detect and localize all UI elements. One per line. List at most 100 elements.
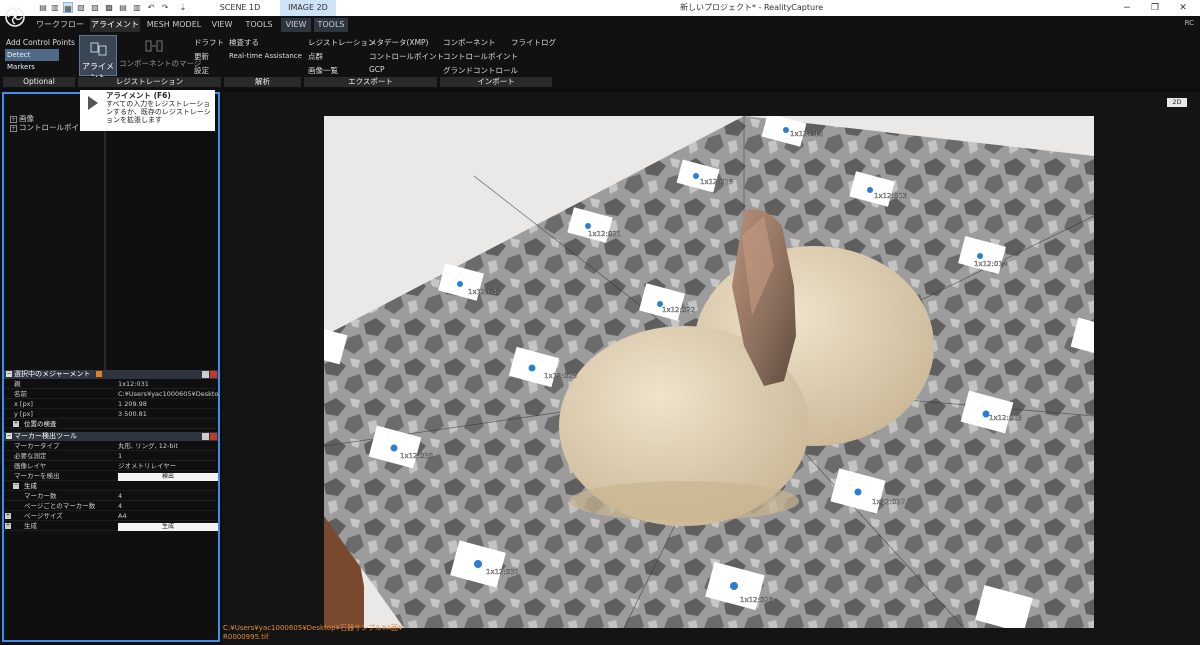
export-image-list-button[interactable]: 画像一覧 (308, 65, 338, 76)
layout-7-icon[interactable]: ▤ (118, 2, 128, 13)
marker-label: 1x12:021 (588, 230, 621, 238)
calibration-photo: 1x12:012 1x12:019 1x12:013 1x12:021 1x12… (324, 116, 1094, 628)
collapse-icon[interactable]: − (6, 371, 12, 377)
project-tree: + 画像 + コントロールポイント (4, 94, 104, 370)
prop-y[interactable]: y [px] 3 500.81 (4, 410, 218, 419)
menu-view[interactable]: VIEW (206, 18, 238, 32)
title-bar: ▤ ▥ ▦ ▧ ▨ ▩ ▤ ▥ ↶ ↷ ⇣ SCENE 1D IMAGE 2D … (0, 0, 1200, 16)
marker-label: 1x12:028 (740, 596, 773, 604)
export-gcp-button[interactable]: GCP (369, 65, 385, 74)
layout-8-icon[interactable]: ▥ (132, 2, 142, 13)
realtime-assistance-button[interactable]: Real-time Assistance (229, 52, 302, 60)
close-panel-icon[interactable] (210, 433, 217, 440)
measurement-section-header[interactable]: − 選択中のメジャーメント (4, 370, 218, 379)
prop-generate: + 生成 生成 (4, 522, 218, 531)
close-button[interactable]: ✕ (1170, 0, 1196, 16)
quick-access-icon[interactable]: ⇣ (178, 2, 188, 13)
prop-required-measurements[interactable]: 必要な測定 1 (4, 452, 218, 461)
export-registration-button[interactable]: レジストレーション (308, 37, 375, 48)
prop-marker-count[interactable]: マーカー数 4 (4, 492, 218, 501)
position-inspect-group[interactable]: + 位置の検査 (4, 420, 218, 429)
marker-label: 1x12:023 (468, 288, 501, 296)
image-file-path: C:¥Users¥yac1000605¥Desktop¥石器サンプル¥A面¥ R… (223, 624, 403, 641)
layout-2-icon[interactable]: ▥ (50, 2, 60, 13)
alignment-tooltip: アライメント (F6) すべての入力をレジストレーションするか、既存のレジストレ… (80, 90, 215, 131)
prop-markers-per-page[interactable]: ページごとのマーカー数 4 (4, 502, 218, 511)
layout-5-icon[interactable]: ▨ (90, 2, 100, 13)
redo-icon[interactable]: ↷ (160, 2, 170, 13)
menu-view-2d[interactable]: VIEW (281, 18, 311, 32)
realitycapture-logo-icon[interactable] (4, 6, 26, 28)
generate-group[interactable]: − 生成 (4, 482, 218, 491)
update-button[interactable]: 更新 (194, 51, 209, 62)
expand-icon[interactable]: + (5, 523, 11, 529)
marker-label: 1x12:019 (700, 178, 733, 186)
layout-4-icon[interactable]: ▧ (76, 2, 86, 13)
layout-1-icon[interactable]: ▤ (38, 2, 48, 13)
left-panel: + 画像 + コントロールポイント − 選択中のメジャーメント 親 1x12:031 … (2, 92, 220, 642)
prop-parent: 親 1x12:031 (4, 380, 218, 389)
layout-3-icon[interactable]: ▦ (63, 2, 73, 13)
menu-workflow[interactable]: ワークフロー (36, 18, 84, 32)
prop-x[interactable]: x [px] 1 209.98 (4, 400, 218, 409)
marker-label: 1x12:031 (486, 568, 519, 576)
layout-6-icon[interactable]: ▩ (104, 2, 114, 13)
minimize-button[interactable]: − (1114, 0, 1140, 16)
marker-label: 1x12:027 (872, 498, 905, 506)
menu-alignment[interactable]: アライメント (90, 18, 140, 32)
expand-icon[interactable]: + (5, 513, 11, 519)
prop-page-size[interactable]: + ページサイズ A4 (4, 512, 218, 521)
marker-label: 1x12:014 (974, 260, 1008, 268)
tab-image-2d[interactable]: IMAGE 2D (280, 0, 336, 16)
prop-detect-markers: マーカーを検出 検出 (4, 472, 218, 481)
component-merge-button[interactable]: コンポーネントのマージ (119, 58, 201, 69)
import-flight-log-button[interactable]: フライトログ (511, 37, 556, 48)
import-ground-control-button[interactable]: グランドコントロール (443, 65, 518, 76)
collapse-icon[interactable]: − (6, 433, 12, 439)
dock-icon[interactable] (202, 433, 209, 440)
import-components-button[interactable]: コンポーネント (443, 37, 496, 48)
settings-button[interactable]: 設定 (194, 65, 209, 76)
collapse-icon[interactable]: − (13, 483, 19, 489)
marker-label: 1x12:012 (790, 130, 823, 138)
expand-icon[interactable]: + (10, 125, 17, 132)
close-panel-icon[interactable] (210, 371, 217, 378)
prop-name[interactable]: 名前C:¥Users¥yac1000605¥Desktop¥... (4, 390, 218, 399)
marker-label: 1x12:022 (662, 306, 695, 314)
menu-tools[interactable]: TOOLS (242, 18, 276, 32)
window-title: 新しいプロジェクト* - RealityCapture (680, 3, 824, 12)
marker-label: 1x12:013 (874, 192, 907, 200)
pane-divider[interactable] (104, 94, 106, 370)
prop-marker-type[interactable]: マーカータイプ 丸形, リング, 12-bit (4, 442, 218, 451)
ribbon: Add Control Points Detect Markers アライメント… (0, 33, 1200, 88)
maximize-button[interactable]: ❐ (1142, 0, 1168, 16)
export-control-points-button[interactable]: コントロールポイント (369, 51, 444, 62)
menu-tools-2d[interactable]: TOOLS (314, 18, 348, 32)
inspect-button[interactable]: 検査する (229, 37, 259, 48)
image-2d-view[interactable]: 1x12:012 1x12:019 1x12:013 1x12:021 1x12… (324, 116, 1094, 628)
export-metadata-button[interactable]: メタデータ(XMP) (369, 37, 428, 48)
merge-components-icon (145, 40, 163, 52)
group-analysis: 解析 (224, 77, 301, 87)
group-optional: Optional (3, 77, 75, 87)
menu-mesh-model[interactable]: MESH MODEL (146, 18, 202, 32)
tab-scene-1d[interactable]: SCENE 1D (196, 0, 284, 16)
detect-markers-button[interactable]: Detect Markers (5, 49, 59, 71)
detect-button[interactable]: 検出 (118, 473, 218, 481)
draft-button[interactable]: ドラフト (194, 37, 224, 48)
expand-icon[interactable]: + (13, 421, 19, 427)
add-control-points-button[interactable]: Add Control Points (6, 38, 75, 47)
undo-icon[interactable]: ↶ (146, 2, 156, 13)
group-registration: レジストレーション (78, 77, 221, 87)
marker-label: 1x12:025 (544, 372, 577, 380)
import-control-points-button[interactable]: コントロールポイント (443, 51, 518, 62)
menu-bar: ワークフロー アライメント MESH MODEL VIEW TOOLS VIEW… (0, 7, 1200, 33)
alignment-icon (90, 42, 107, 56)
export-point-cloud-button[interactable]: 点群 (308, 51, 323, 62)
prop-image-layer[interactable]: 画像レイヤ ジオメトリレイヤー (4, 462, 218, 471)
view-mode-badge[interactable]: 2D (1167, 98, 1187, 107)
generate-button[interactable]: 生成 (118, 523, 218, 531)
dock-icon[interactable] (202, 371, 209, 378)
marker-tool-section-header[interactable]: − マーカー検出ツール (4, 432, 218, 441)
alignment-button[interactable]: アライメント (79, 35, 117, 82)
